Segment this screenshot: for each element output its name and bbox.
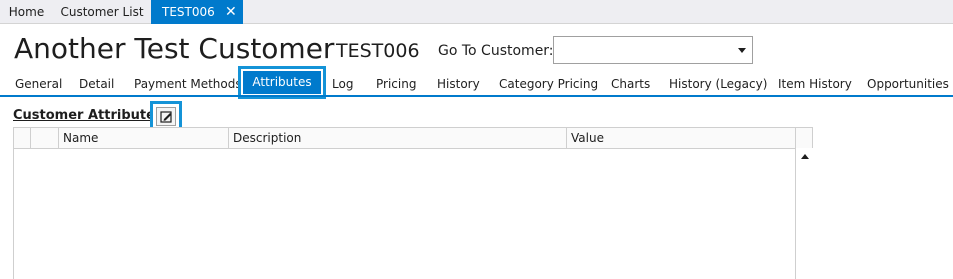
doc-tab-test006[interactable]: TEST006 ✕ xyxy=(151,0,243,24)
close-icon[interactable]: ✕ xyxy=(225,0,237,24)
chevron-down-icon xyxy=(738,48,746,53)
tab-category-pricing[interactable]: Category Pricing xyxy=(499,70,598,96)
tab-attributes-label: Attributes xyxy=(243,71,321,94)
vertical-scrollbar[interactable] xyxy=(795,148,813,279)
tab-general[interactable]: General xyxy=(15,70,62,96)
select-column-header[interactable] xyxy=(30,128,58,148)
tab-log[interactable]: Log xyxy=(332,70,353,96)
tab-pricing[interactable]: Pricing xyxy=(376,70,416,96)
customer-tab-bar: General Detail Payment Methods Attribute… xyxy=(0,66,953,99)
tab-underline xyxy=(0,95,953,97)
column-header-description[interactable]: Description xyxy=(228,128,566,148)
scroll-up-arrow-icon[interactable] xyxy=(801,154,809,159)
column-header-name[interactable]: Name xyxy=(58,128,228,148)
attributes-grid: Name Description Value xyxy=(13,127,813,279)
edit-icon xyxy=(156,107,176,126)
column-header-value[interactable]: Value xyxy=(566,128,795,148)
tab-history-legacy[interactable]: History (Legacy) xyxy=(669,70,767,96)
doc-tab-customer-list[interactable]: Customer List xyxy=(53,0,151,24)
row-indicator-header xyxy=(14,128,30,148)
tab-detail[interactable]: Detail xyxy=(79,70,114,96)
customer-code: TEST006 xyxy=(336,40,420,62)
tab-payment-methods[interactable]: Payment Methods xyxy=(134,70,242,96)
tab-history[interactable]: History xyxy=(437,70,480,96)
go-to-customer-dropdown[interactable] xyxy=(553,36,753,64)
doc-tab-label: Home xyxy=(8,5,45,19)
section-title: Customer Attributes xyxy=(13,108,163,123)
doc-tab-label: Customer List xyxy=(60,5,144,19)
tab-charts[interactable]: Charts xyxy=(611,70,650,96)
doc-tab-home[interactable]: Home xyxy=(0,0,53,24)
tab-item-history[interactable]: Item History xyxy=(778,70,852,96)
grid-header: Name Description Value xyxy=(14,128,812,149)
document-tab-bar: Home Customer List TEST006 ✕ xyxy=(0,0,953,24)
customer-name-title: Another Test Customer xyxy=(14,32,335,65)
scroll-header-spacer xyxy=(795,128,812,148)
go-to-customer-label: Go To Customer: xyxy=(438,43,554,59)
doc-tab-label: TEST006 xyxy=(162,5,215,19)
tab-opportunities[interactable]: Opportunities xyxy=(867,70,949,96)
